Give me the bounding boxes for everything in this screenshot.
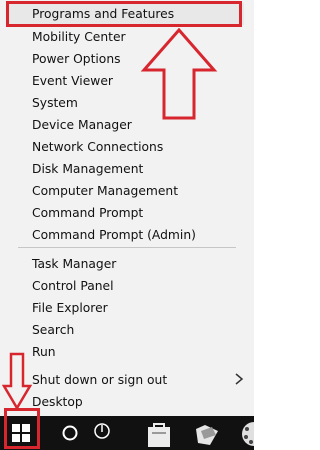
menu-item-file-explorer[interactable]: File Explorer (32, 297, 108, 319)
menu-item-search[interactable]: Search (32, 319, 74, 341)
menu-item-device-manager[interactable]: Device Manager (32, 114, 132, 136)
power-icon[interactable] (92, 421, 112, 441)
menu-item-control-panel[interactable]: Control Panel (32, 275, 114, 297)
menu-item-power-options[interactable]: Power Options (32, 48, 121, 70)
up-arrow-annotation (140, 28, 218, 120)
chevron-right-icon (235, 373, 244, 385)
menu-item-network-connections[interactable]: Network Connections (32, 136, 163, 158)
menu-item-task-manager[interactable]: Task Manager (32, 253, 116, 275)
down-arrow-annotation (2, 352, 32, 410)
store-icon[interactable] (144, 419, 174, 449)
menu-item-system[interactable]: System (32, 92, 78, 114)
menu-item-disk-management[interactable]: Disk Management (32, 158, 143, 180)
menu-item-command-prompt-admin[interactable]: Command Prompt (Admin) (32, 224, 196, 246)
menu-item-mobility-center[interactable]: Mobility Center (32, 26, 126, 48)
highlight-box (6, 1, 242, 27)
menu-item-computer-management[interactable]: Computer Management (32, 180, 178, 202)
menu-item-run[interactable]: Run (32, 341, 56, 363)
menu-item-shut-down-or-sign-out[interactable]: Shut down or sign out (32, 369, 167, 391)
menu-item-event-viewer[interactable]: Event Viewer (32, 70, 113, 92)
start-button-highlight (4, 408, 40, 449)
color-wheel-icon[interactable] (240, 420, 254, 448)
folder-icon[interactable] (192, 419, 222, 449)
menu-item-command-prompt[interactable]: Command Prompt (32, 202, 143, 224)
cortana-search-icon[interactable] (60, 423, 80, 443)
menu-separator (18, 247, 236, 248)
